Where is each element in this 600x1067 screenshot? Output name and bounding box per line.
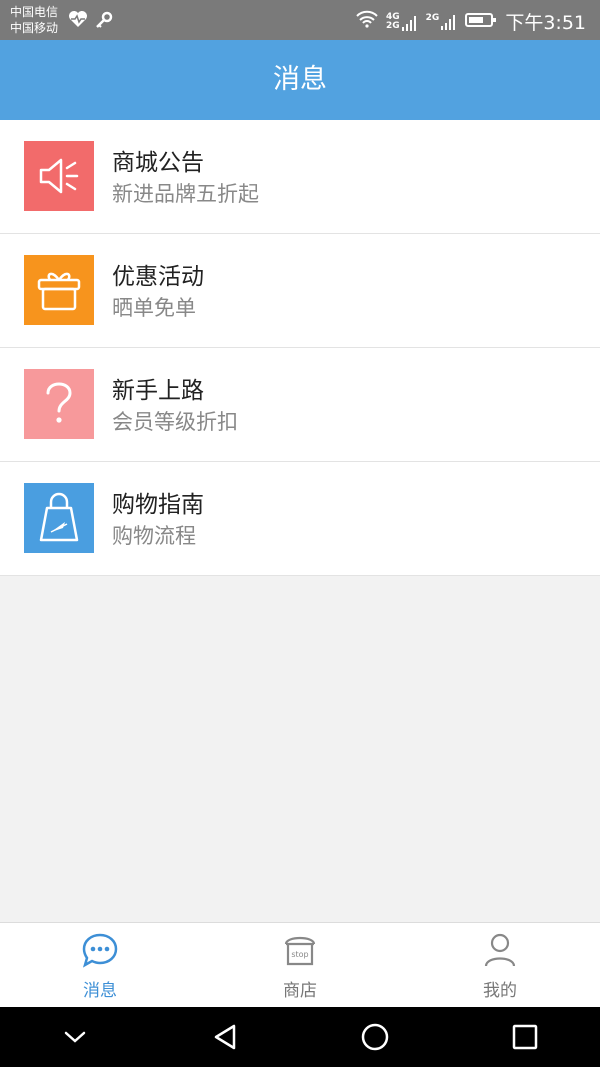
wifi-icon [356,10,378,33]
message-item-announcement[interactable]: 商城公告 新进品牌五折起 [0,120,600,234]
signal-bars-icon [441,14,456,30]
status-icons-left [68,10,114,34]
carrier-2: 中国移动 [10,21,59,35]
tab-profile[interactable]: 我的 [400,923,600,1008]
tab-label: 商店 [283,981,317,1001]
gift-icon [37,272,81,311]
item-subtitle: 新进品牌五折起 [112,182,259,206]
tab-bar: 消息 stop 商店 我的 [0,922,600,1008]
user-icon [484,933,516,967]
item-title: 购物指南 [112,492,204,518]
heart-rate-icon [68,10,88,34]
home-circle-icon [361,1023,389,1051]
tab-store[interactable]: stop 商店 [200,923,400,1008]
status-right: 4G 2G 2G 下午3:51 [356,8,586,35]
chat-icon [82,933,118,968]
store-icon-text: stop [291,950,308,959]
carrier-1: 中国电信 [10,5,59,19]
battery-icon [465,11,497,33]
announcement-icon-tile [24,141,94,211]
promotion-icon-tile [24,255,94,325]
back-button[interactable] [195,1007,255,1067]
item-title: 新手上路 [112,378,204,404]
megaphone-icon [39,158,79,194]
store-icon: stop [284,936,316,966]
shopping-bag-icon [39,492,79,542]
item-title: 商城公告 [112,150,204,176]
system-nav-bar [0,1007,600,1067]
page-title: 消息 [273,64,327,95]
chevron-down-icon [64,1031,86,1043]
signal-1: 4G 2G [386,12,418,31]
home-button[interactable] [345,1007,405,1067]
network-label-c: 2G [425,12,440,23]
question-icon [46,382,72,423]
network-label-b: 2G [386,20,400,31]
message-item-shopping-guide[interactable]: 购物指南 购物流程 [0,462,600,576]
item-subtitle: 会员等级折扣 [112,410,238,434]
recents-button[interactable] [495,1007,555,1067]
tab-messages[interactable]: 消息 [0,923,200,1008]
tab-label: 消息 [83,981,117,1001]
message-list: 商城公告 新进品牌五折起 优惠活动 晒单免单 新手上路 会员等级折扣 购物指南 … [0,120,600,576]
back-triangle-icon [214,1024,236,1050]
shopping-guide-icon-tile [24,483,94,553]
clock: 下午3:51 [505,12,586,34]
carrier-info: 中国电信 中国移动 [10,4,58,36]
app-header: 消息 [0,40,600,120]
tab-label: 我的 [483,981,517,1001]
item-title: 优惠活动 [112,264,204,290]
item-subtitle: 购物流程 [112,524,196,548]
signal-2: 2G [425,12,458,30]
hide-keyboard-button[interactable] [45,1007,105,1067]
message-item-promotion[interactable]: 优惠活动 晒单免单 [0,234,600,348]
beginner-icon-tile [24,369,94,439]
message-item-beginner[interactable]: 新手上路 会员等级折扣 [0,348,600,462]
item-subtitle: 晒单免单 [112,296,196,320]
signal-bars-icon [401,15,416,31]
key-icon [94,10,114,34]
recents-square-icon [512,1024,538,1050]
status-bar: 中国电信 中国移动 4G 2G 2G 下午3:51 [0,0,600,40]
